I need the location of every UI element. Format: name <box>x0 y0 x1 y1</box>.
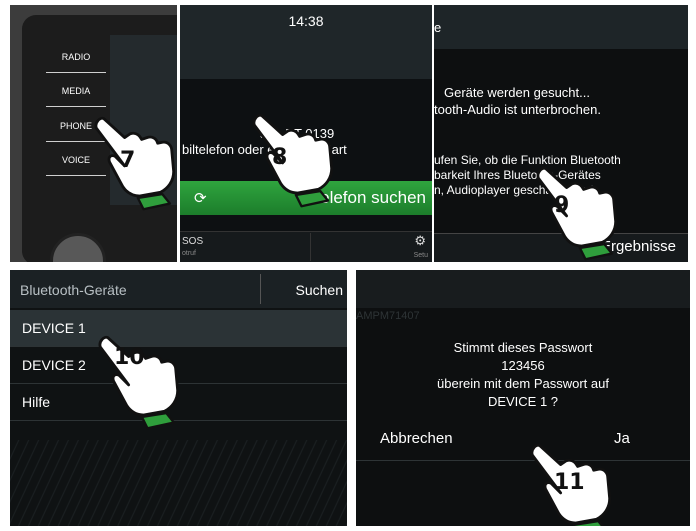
menu-divider <box>46 106 106 107</box>
refresh-icon: ⟳ <box>194 190 207 207</box>
list-item-label: Hilfe <box>22 394 51 410</box>
title-bar <box>434 5 688 49</box>
searching-text: Geräte werden gesucht... <box>444 85 590 100</box>
step-number: 7 <box>120 148 136 173</box>
menu-radio-button[interactable]: RADIO <box>50 52 102 62</box>
panel-password-confirm: AMPM71407 Stimmt dieses Passwort 123456 … <box>356 270 690 526</box>
page-title: e <box>434 20 442 35</box>
audio-interrupted-text: tooth-Audio ist unterbrochen. <box>434 102 601 117</box>
page-title: Bluetooth-Geräte <box>20 282 127 298</box>
device-name: DEVICE 1 ? <box>487 394 559 409</box>
step-number: 9 <box>554 193 570 218</box>
sos-sub-label: otruf <box>182 250 197 257</box>
search-button[interactable]: Suchen <box>296 282 343 298</box>
cancel-button[interactable]: Abbrechen <box>380 430 453 447</box>
list-item-label: DEVICE 2 <box>22 357 86 373</box>
panel-searching: e Geräte werden gesucht... tooth-Audio i… <box>434 5 688 262</box>
panel-device-list: Bluetooth-Geräte Suchen DEVICE 1 DEVICE … <box>10 270 347 526</box>
panel-main-menu: RADIO MEDIA PHONE VOICE 7 <box>10 5 177 262</box>
password-prompt-2: überein mit dem Passwort auf <box>437 376 609 391</box>
bar-divider <box>310 233 311 261</box>
list-header: Bluetooth-Geräte Suchen <box>10 270 347 308</box>
password-prompt: Stimmt dieses Passwort <box>453 340 593 355</box>
menu-divider <box>46 72 106 73</box>
panel-phone-search: 14:38 ada BT 0139 biltelefon oder eine S… <box>180 5 432 262</box>
header-divider <box>260 274 261 304</box>
pointing-hand-icon <box>536 166 618 261</box>
gear-icon[interactable]: ⚙ <box>414 233 426 249</box>
header-bar <box>356 270 690 308</box>
sos-label[interactable]: SOS <box>182 236 203 247</box>
background-pattern <box>10 440 347 526</box>
pointing-hand-icon <box>252 113 334 208</box>
step-number: 8 <box>272 145 288 170</box>
password-value: 123456 <box>501 358 545 373</box>
list-item-label: DEVICE 1 <box>22 320 86 336</box>
menu-media-button[interactable]: MEDIA <box>50 86 102 96</box>
step-number: 11 <box>554 470 585 495</box>
clock: 14:38 <box>288 13 324 29</box>
background-text: AMPM71407 <box>356 310 420 322</box>
bottom-bar: SOS otruf ⚙ Setu <box>180 231 432 262</box>
step-number: 10 <box>114 345 145 370</box>
setup-label: Setu <box>413 252 428 259</box>
